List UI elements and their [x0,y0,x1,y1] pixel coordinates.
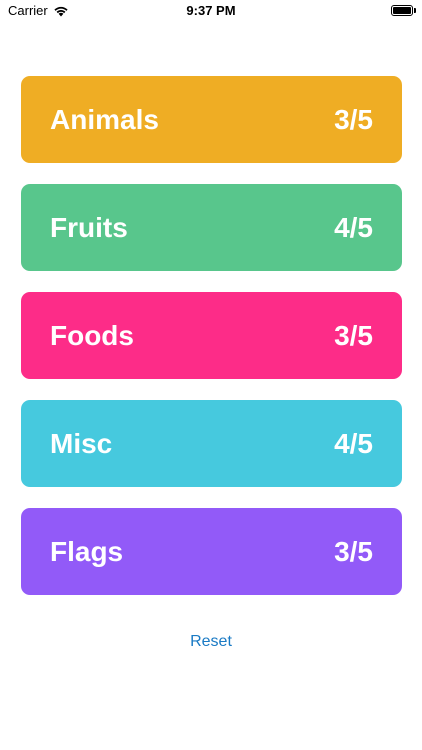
category-name: Flags [50,535,124,567]
category-card-foods[interactable]: Foods 3/5 [21,292,402,379]
status-time: 9:37 PM [186,3,236,18]
category-list: Animals 3/5 Fruits 4/5 Foods 3/5 Misc 4/… [21,76,402,616]
category-card-misc[interactable]: Misc 4/5 [21,400,402,487]
category-score: 3/5 [334,535,373,567]
category-name: Foods [50,319,134,351]
category-score: 4/5 [334,427,373,459]
category-card-animals[interactable]: Animals 3/5 [21,76,402,163]
status-bar: Carrier 9:37 PM [0,0,422,24]
category-name: Fruits [50,211,128,243]
category-score: 4/5 [334,211,373,243]
category-name: Misc [50,427,113,459]
category-card-fruits[interactable]: Fruits 4/5 [21,184,402,271]
reset-button[interactable]: Reset [0,633,422,651]
category-score: 3/5 [334,103,373,135]
category-name: Animals [50,103,159,135]
battery-icon [391,5,416,16]
category-card-flags[interactable]: Flags 3/5 [21,508,402,595]
category-score: 3/5 [334,319,373,351]
